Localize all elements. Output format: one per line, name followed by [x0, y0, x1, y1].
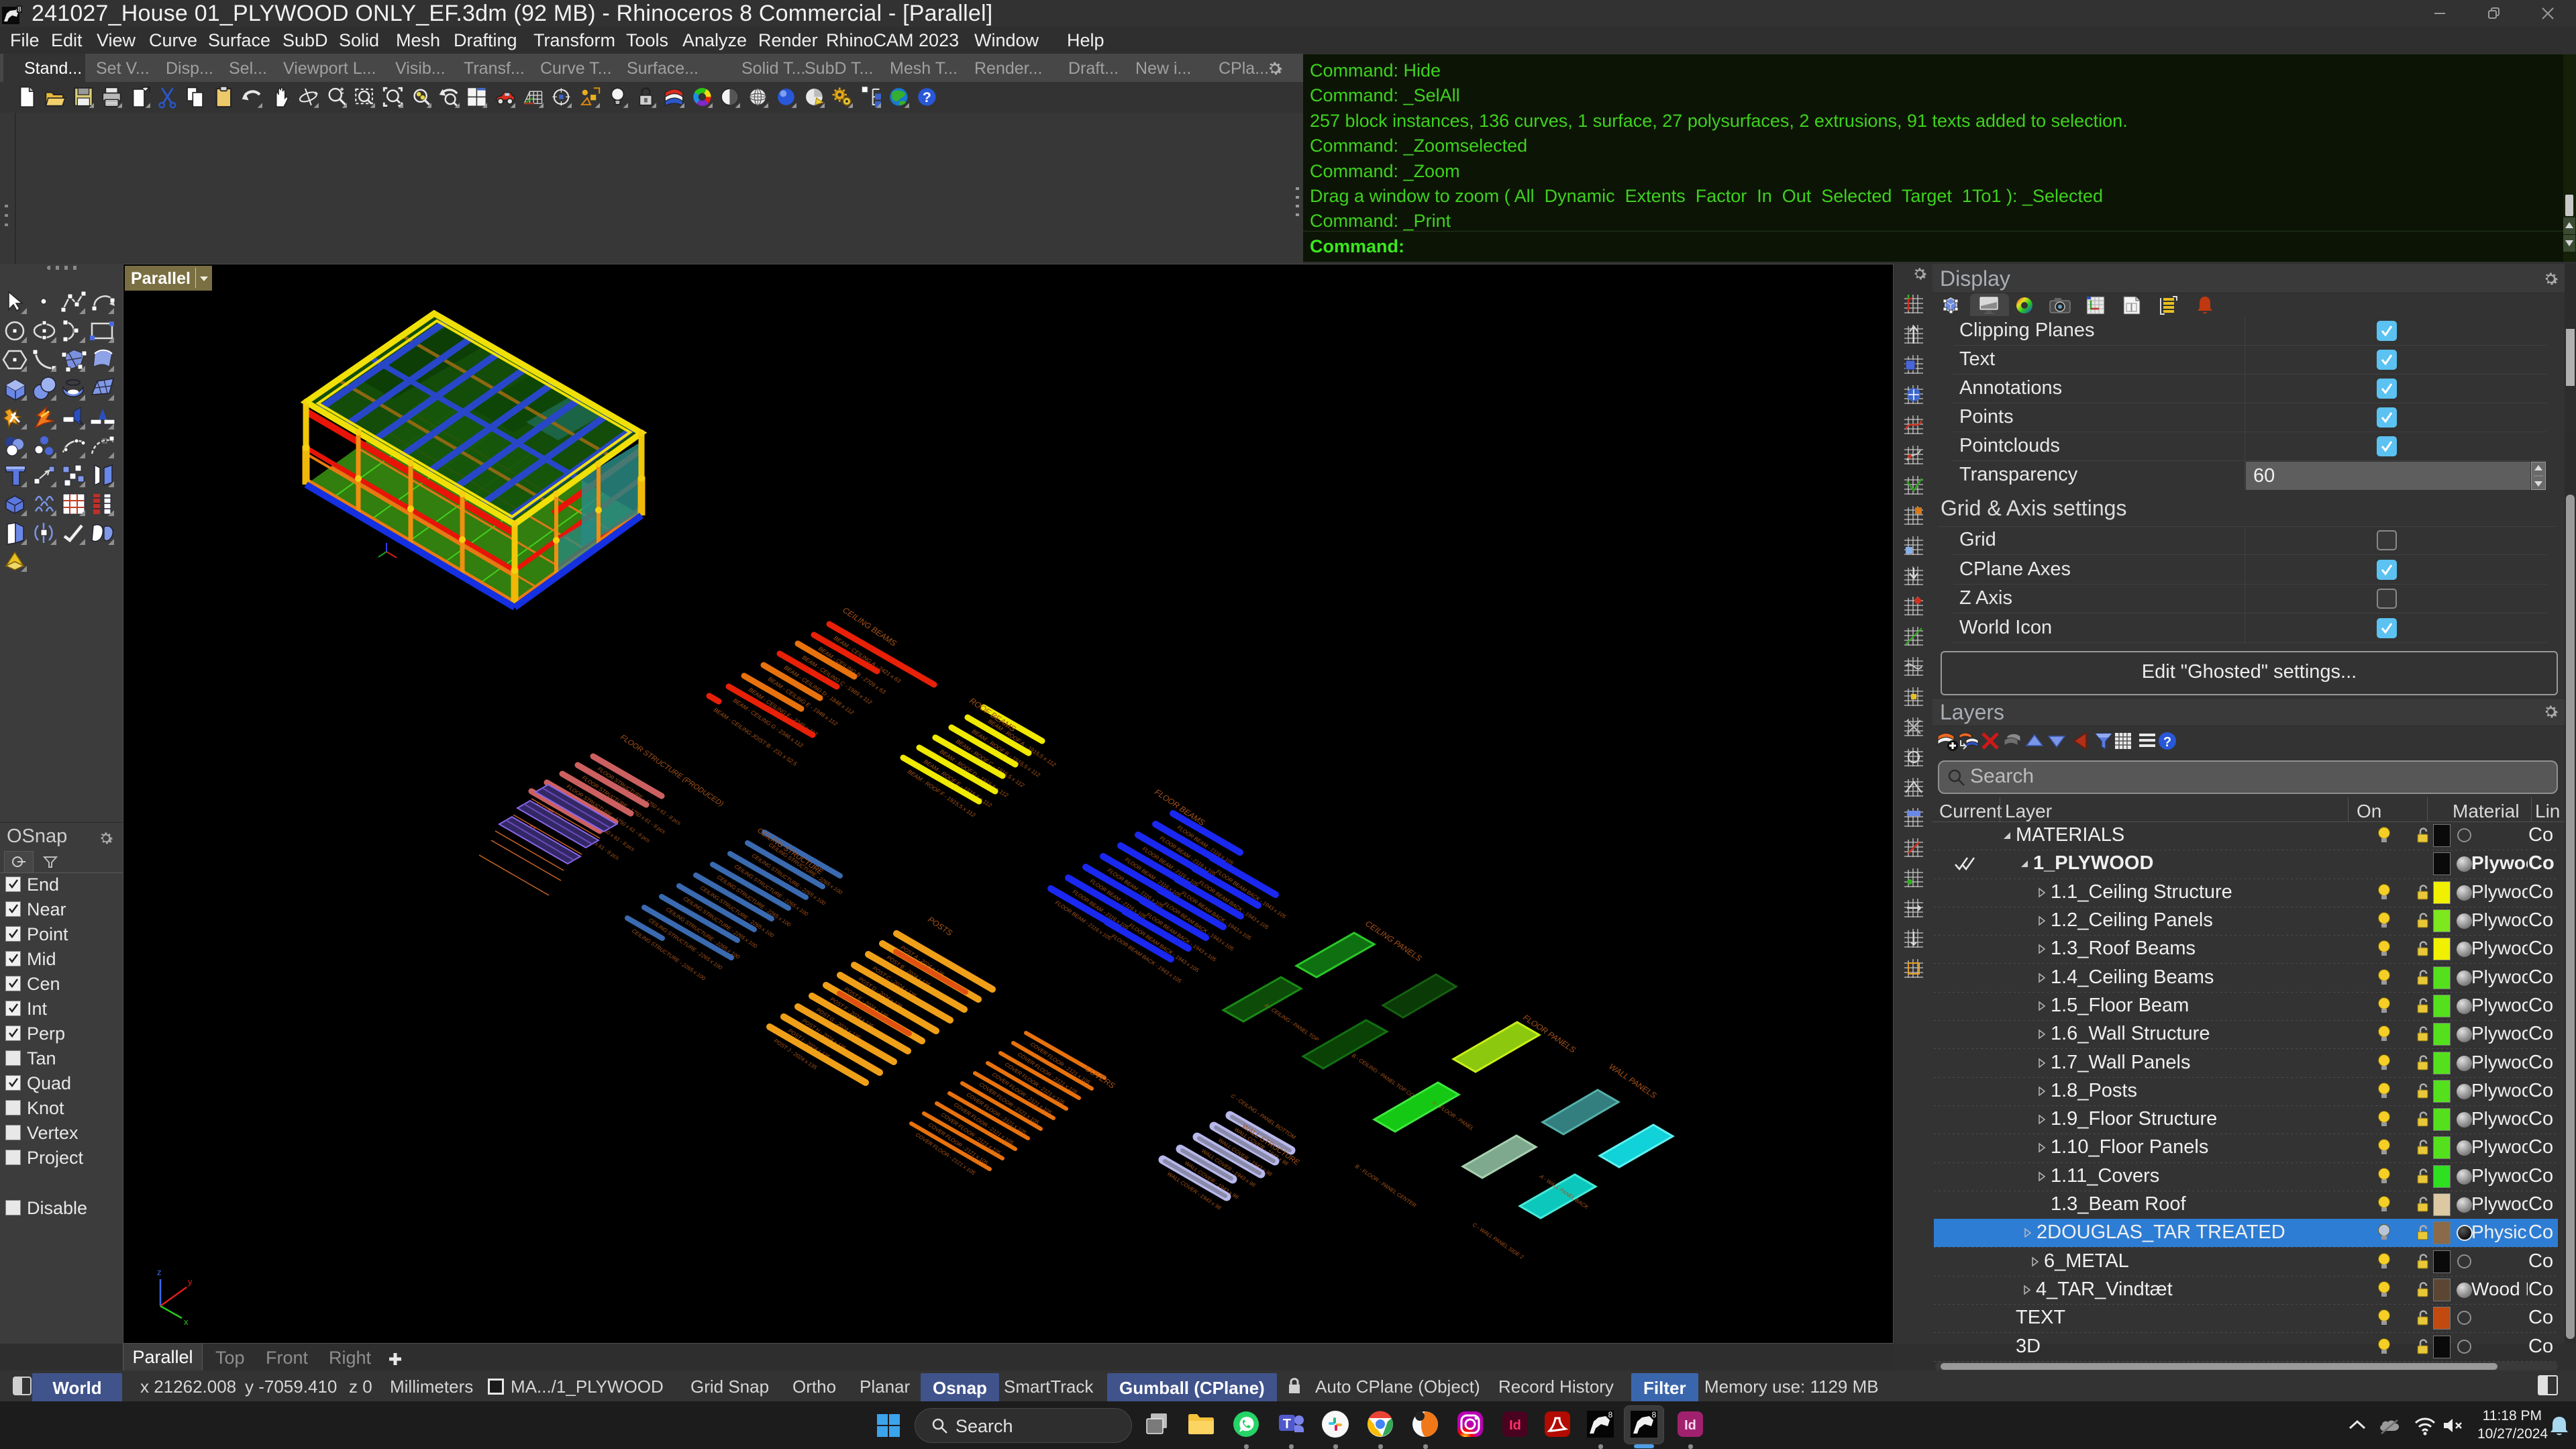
svg-text:FLOOR BEAMS: FLOOR BEAMS [1153, 787, 1206, 828]
svg-text:x: x [184, 1317, 189, 1327]
svg-text:CEILING PANELS: CEILING PANELS [1363, 919, 1423, 963]
svg-text:8: 8 [1652, 1410, 1657, 1419]
svg-text:B - FLOOR - PANEL CENTER: B - FLOOR - PANEL CENTER [1354, 1163, 1418, 1209]
svg-text:C - WALL PANEL SIDE 2: C - WALL PANEL SIDE 2 [1472, 1221, 1525, 1260]
svg-text:8: 8 [17, 6, 21, 13]
svg-text:WALL PANELS: WALL PANELS [1607, 1062, 1658, 1100]
svg-text:Id: Id [1684, 1418, 1696, 1433]
svg-text:A - CEILING - PANEL TOP: A - CEILING - PANEL TOP [1263, 1002, 1320, 1044]
svg-text:8: 8 [1608, 1410, 1613, 1419]
svg-text:POSTS: POSTS [926, 915, 954, 938]
svg-text:CEILING BEAMS: CEILING BEAMS [841, 605, 898, 648]
svg-text:y: y [188, 1277, 193, 1287]
svg-text:T: T [1283, 1417, 1291, 1432]
svg-text:?: ? [923, 89, 931, 105]
svg-text:Id: Id [1509, 1418, 1521, 1433]
svg-text:?: ? [2163, 735, 2171, 750]
svg-text:A - FLOOR - PANEL: A - FLOOR - PANEL [1431, 1099, 1475, 1132]
svg-text:z: z [157, 1267, 162, 1277]
